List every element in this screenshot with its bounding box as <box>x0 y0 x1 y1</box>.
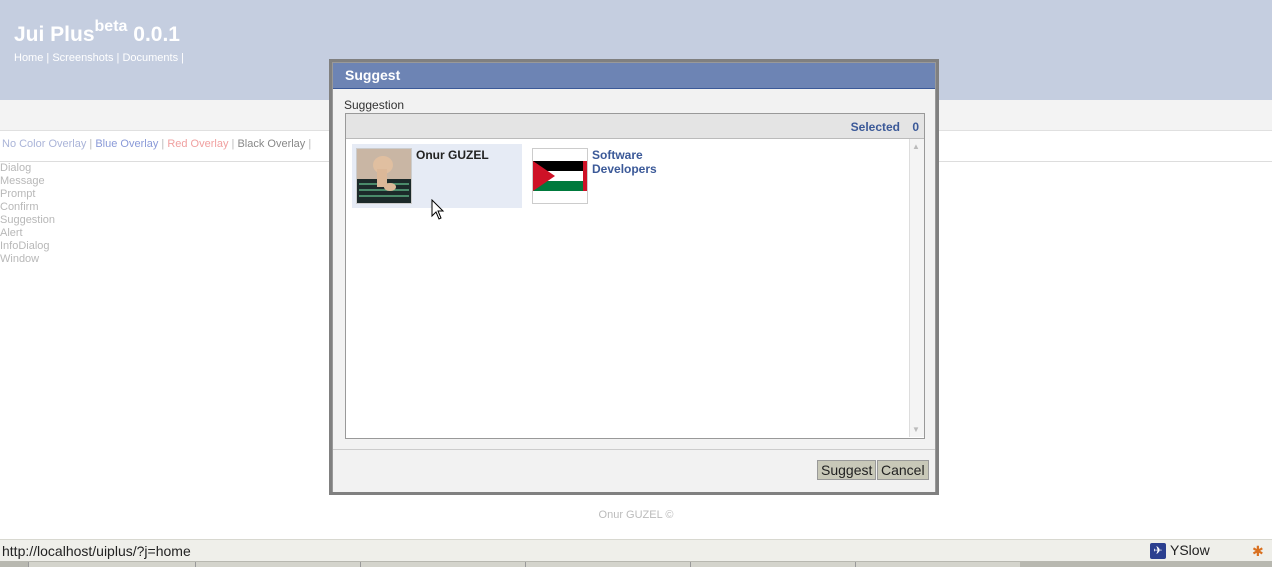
menu-item-prompt[interactable]: Prompt <box>0 188 55 201</box>
dialog-footer: Suggest Cancel <box>333 449 935 492</box>
top-nav: Home | Screenshots | Documents | <box>14 52 184 64</box>
taskbar-item[interactable] <box>690 562 855 567</box>
overlay-links: No Color Overlay | Blue Overlay | Red Ov… <box>2 138 311 150</box>
suggest-button[interactable]: Suggest <box>817 460 877 480</box>
cancel-button[interactable]: Cancel <box>877 460 929 480</box>
app-title: Jui Plusbeta 0.0.1 <box>14 18 180 47</box>
menu-item-alert[interactable]: Alert <box>0 227 55 240</box>
app-version: 0.0.1 <box>133 23 180 46</box>
scroll-up-icon[interactable]: ▲ <box>912 142 920 151</box>
taskbar-item[interactable] <box>525 562 690 567</box>
selected-label: Selected <box>850 120 900 134</box>
nav-separator: | <box>46 52 50 64</box>
taskbar-item[interactable] <box>195 562 360 567</box>
overlay-separator: | <box>231 138 235 150</box>
blue-overlay-link[interactable]: Blue Overlay <box>95 138 158 150</box>
taskbar <box>0 561 1272 567</box>
scroll-down-icon[interactable]: ▼ <box>912 425 920 434</box>
yslow-icon: ✈ <box>1150 543 1166 560</box>
taskbar-item[interactable] <box>855 562 1020 567</box>
item-name: Software Developers <box>592 148 657 176</box>
nav-separator: | <box>116 52 120 64</box>
taskbar-item[interactable] <box>360 562 525 567</box>
red-overlay-link[interactable]: Red Overlay <box>167 138 228 150</box>
app-name: Jui Plus <box>14 23 95 46</box>
overlay-separator: | <box>308 138 312 150</box>
nav-documents-link[interactable]: Documents <box>122 52 178 64</box>
friend-picker: Selected 0 Onur GUZEL Software Developer… <box>345 113 925 439</box>
selected-count: 0 <box>912 120 919 134</box>
menu-item-suggestion[interactable]: Suggestion <box>0 214 55 227</box>
dialog-title[interactable]: Suggest <box>333 63 935 89</box>
overlay-separator: | <box>161 138 165 150</box>
browser-status-bar: http://localhost/uiplus/?j=home ✈ YSlow ✱ <box>0 539 1272 562</box>
nav-home-link[interactable]: Home <box>14 52 43 64</box>
yslow-label: YSlow <box>1170 542 1210 558</box>
suggestion-label: Suggestion <box>344 98 405 112</box>
suggestion-item-software-developers[interactable]: Software Developers <box>528 144 698 208</box>
firebug-icon[interactable]: ✱ <box>1252 543 1264 560</box>
status-url: http://localhost/uiplus/?j=home <box>2 543 191 559</box>
beta-label: beta <box>94 18 128 35</box>
menu-item-message[interactable]: Message <box>0 175 55 188</box>
menu-item-dialog[interactable]: Dialog <box>0 162 55 175</box>
dialog-body: Suggest Suggestion Selected 0 Onur GUZEL… <box>332 62 936 492</box>
menu-item-window[interactable]: Window <box>0 253 55 266</box>
side-menu: Dialog Message Prompt Confirm Suggestion… <box>0 162 55 266</box>
menu-item-confirm[interactable]: Confirm <box>0 201 55 214</box>
nav-screenshots-link[interactable]: Screenshots <box>52 52 113 64</box>
page-footer: Onur GUZEL © <box>598 509 674 521</box>
yslow-button[interactable]: ✈ YSlow <box>1150 542 1210 560</box>
taskbar-item[interactable] <box>28 562 195 567</box>
person-photo-icon <box>356 148 412 204</box>
mouse-cursor-icon <box>431 199 445 220</box>
menu-item-infodialog[interactable]: InfoDialog <box>0 240 55 253</box>
overlay-separator: | <box>89 138 93 150</box>
item-name: Onur GUZEL <box>416 148 489 162</box>
no-color-overlay-link[interactable]: No Color Overlay <box>2 138 86 150</box>
picker-header: Selected 0 <box>346 114 924 139</box>
suggest-dialog: Suggest Suggestion Selected 0 Onur GUZEL… <box>329 59 939 495</box>
palestine-flag-icon <box>532 148 588 204</box>
nav-separator: | <box>181 52 185 64</box>
black-overlay-link[interactable]: Black Overlay <box>237 138 305 150</box>
picker-scrollbar[interactable]: ▲ ▼ <box>909 139 924 437</box>
